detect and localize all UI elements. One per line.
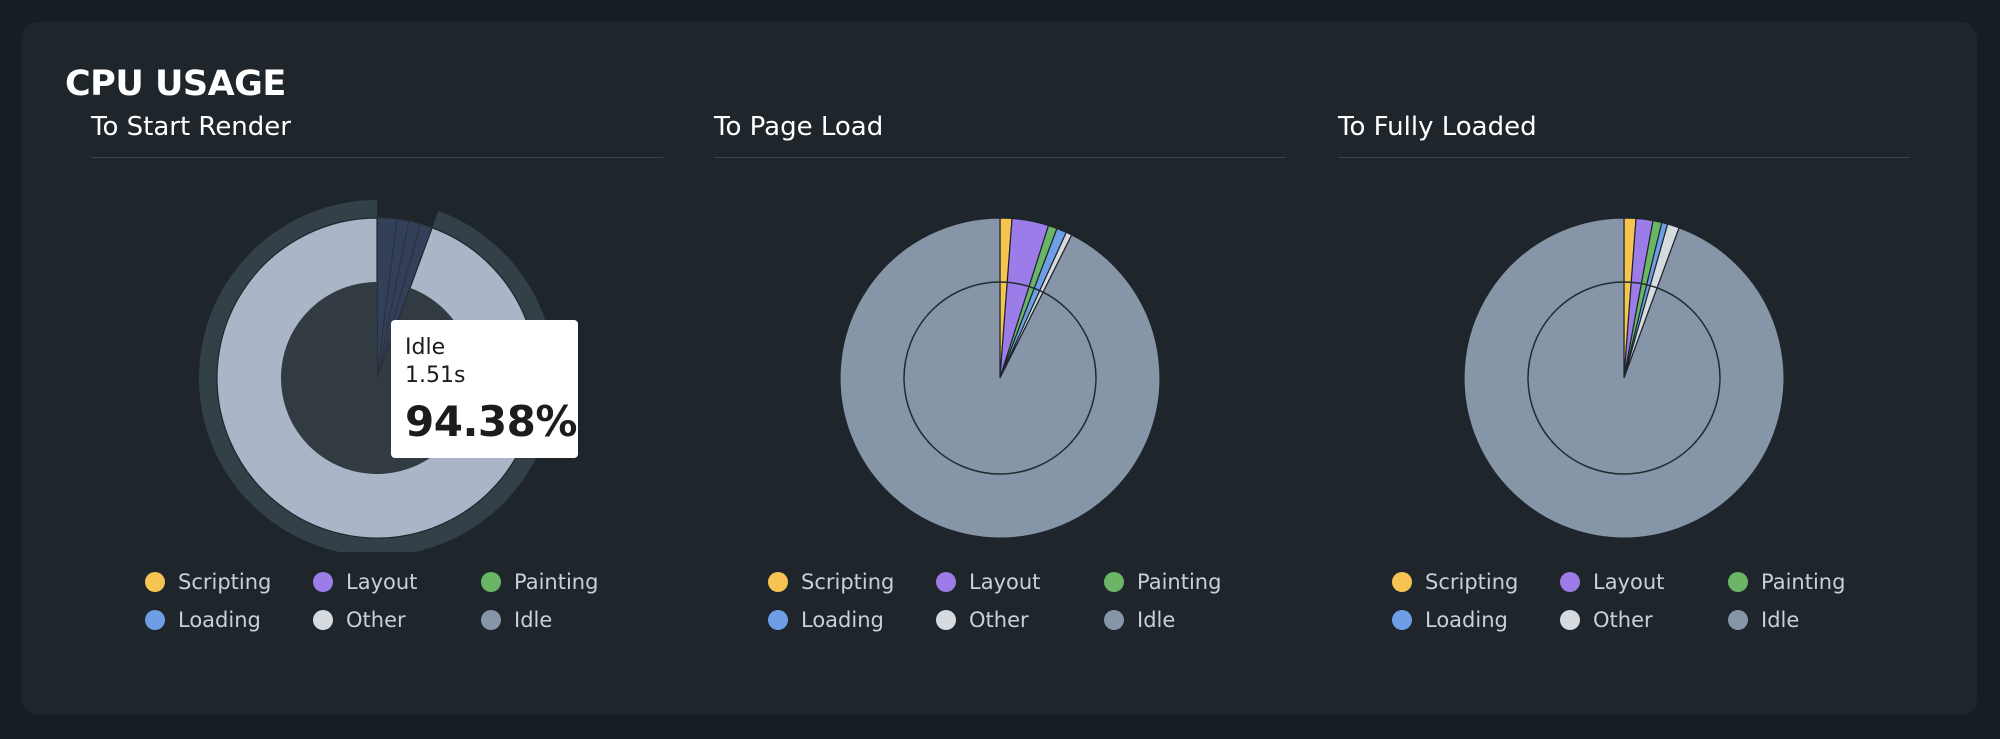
legend-label: Loading (801, 608, 884, 632)
legend-label: Idle (514, 608, 553, 632)
legend-swatch (1560, 610, 1580, 630)
legend-item-layout[interactable]: Layout (1560, 570, 1664, 594)
legend-label: Loading (1425, 608, 1508, 632)
legend-swatch (1104, 610, 1124, 630)
legend-label: Scripting (801, 570, 895, 594)
panel-title: To Page Load (714, 112, 884, 142)
legend-label: Painting (1137, 570, 1222, 594)
slice-idle[interactable] (839, 217, 1161, 539)
legend-label: Painting (1761, 570, 1846, 594)
legend-item-loading[interactable]: Loading (1392, 608, 1508, 632)
legend-swatch (1392, 572, 1412, 592)
slice-idle[interactable] (1463, 217, 1785, 539)
tooltip-percent: 94.38% (405, 397, 577, 446)
legend-label: Loading (178, 608, 261, 632)
legend-swatch (481, 572, 501, 592)
legend-swatch (1728, 610, 1748, 630)
legend-swatch (768, 610, 788, 630)
legend-swatch (1104, 572, 1124, 592)
legend-swatch (1560, 572, 1580, 592)
panel-divider (714, 157, 1286, 158)
legend-item-other[interactable]: Other (936, 608, 1029, 632)
legend-item-other[interactable]: Other (313, 608, 406, 632)
legend-item-idle[interactable]: Idle (1728, 608, 1799, 632)
pie-chart-page-load[interactable] (714, 172, 1286, 552)
panel-title: To Start Render (91, 112, 291, 142)
legend-label: Scripting (178, 570, 272, 594)
legend-item-painting[interactable]: Painting (1728, 570, 1845, 594)
legend-label: Other (1593, 608, 1653, 632)
tooltip-time: 1.51s (405, 363, 466, 388)
legend-label: Idle (1761, 608, 1800, 632)
legend-swatch (768, 572, 788, 592)
cpu-usage-card: CPU USAGE To Start Render Scripting Layou… (22, 22, 1977, 715)
legend-label: Scripting (1425, 570, 1519, 594)
legend-item-scripting[interactable]: Scripting (1392, 570, 1518, 594)
legend-item-layout[interactable]: Layout (313, 570, 417, 594)
legend-label: Layout (969, 570, 1041, 594)
legend-swatch (1392, 610, 1412, 630)
legend-swatch (1728, 572, 1748, 592)
legend-swatch (145, 610, 165, 630)
legend-label: Other (346, 608, 406, 632)
panel-page-load: To Page Load Scripting Layout Painting Load… (714, 22, 1286, 715)
legend-swatch (313, 610, 333, 630)
legend-swatch (145, 572, 165, 592)
legend-label: Layout (1593, 570, 1665, 594)
legend-label: Idle (1137, 608, 1176, 632)
legend-swatch (936, 572, 956, 592)
panel-divider (1338, 157, 1910, 158)
legend-swatch (481, 610, 501, 630)
legend-item-loading[interactable]: Loading (145, 608, 261, 632)
panel-fully-loaded: To Fully Loaded Scripting Layout Painting L… (1338, 22, 1910, 715)
legend-label: Painting (514, 570, 599, 594)
panel-divider (91, 157, 663, 158)
tooltip-label: Idle (405, 335, 446, 360)
legend-item-idle[interactable]: Idle (1104, 608, 1175, 632)
legend-item-other[interactable]: Other (1560, 608, 1653, 632)
legend-item-scripting[interactable]: Scripting (768, 570, 894, 594)
chart-tooltip: Idle 1.51s 94.38% (391, 320, 578, 458)
legend-item-painting[interactable]: Painting (1104, 570, 1221, 594)
legend-item-loading[interactable]: Loading (768, 608, 884, 632)
legend-swatch (936, 610, 956, 630)
pie-chart-fully-loaded[interactable] (1338, 172, 1910, 552)
panel-title: To Fully Loaded (1338, 112, 1537, 142)
legend-label: Layout (346, 570, 418, 594)
legend-label: Other (969, 608, 1029, 632)
legend-item-painting[interactable]: Painting (481, 570, 598, 594)
legend-swatch (313, 572, 333, 592)
legend-item-layout[interactable]: Layout (936, 570, 1040, 594)
legend-item-idle[interactable]: Idle (481, 608, 552, 632)
legend-item-scripting[interactable]: Scripting (145, 570, 271, 594)
